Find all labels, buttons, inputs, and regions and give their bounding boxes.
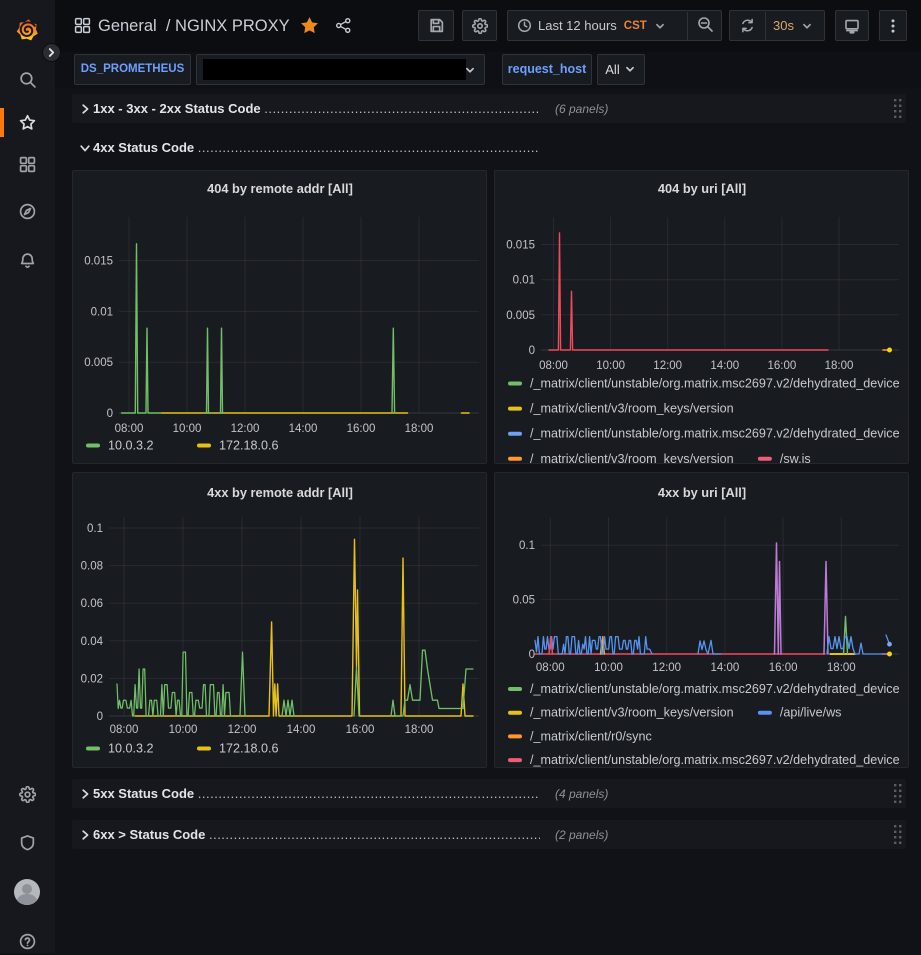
svg-text:10:00: 10:00: [594, 662, 623, 674]
svg-text:4xx by remote addr [All]: 4xx by remote addr [All]: [207, 485, 353, 500]
svg-text:0.05: 0.05: [513, 595, 535, 607]
svg-text:/api/live/ws: /api/live/ws: [780, 706, 842, 720]
svg-text:18:00: 18:00: [825, 360, 854, 372]
svg-text:404 by uri [All]: 404 by uri [All]: [658, 181, 746, 196]
svg-text:10.0.3.2: 10.0.3.2: [108, 742, 154, 756]
svg-text:12:00: 12:00: [228, 724, 257, 736]
svg-text:0.01: 0.01: [91, 306, 113, 318]
svg-text:12:00: 12:00: [653, 360, 682, 372]
svg-text:08:00: 08:00: [536, 662, 565, 674]
svg-text:4xx by uri [All]: 4xx by uri [All]: [658, 485, 746, 500]
svg-text:0: 0: [107, 408, 113, 420]
svg-text:08:00: 08:00: [539, 360, 568, 372]
svg-text:18:00: 18:00: [405, 423, 434, 435]
svg-text:0: 0: [97, 711, 103, 723]
svg-text:0.005: 0.005: [506, 310, 535, 322]
svg-text:0.005: 0.005: [84, 357, 113, 369]
svg-text:0.01: 0.01: [513, 275, 535, 287]
svg-text:/sw.js: /sw.js: [780, 452, 811, 464]
svg-text:0.08: 0.08: [81, 561, 103, 573]
svg-text:0.015: 0.015: [506, 240, 535, 252]
svg-text:08:00: 08:00: [110, 724, 139, 736]
svg-text:10:00: 10:00: [596, 360, 625, 372]
svg-text:0.04: 0.04: [81, 636, 104, 648]
svg-text:10:00: 10:00: [173, 423, 202, 435]
svg-text:14:00: 14:00: [287, 724, 316, 736]
svg-text:08:00: 08:00: [115, 423, 144, 435]
svg-text:/_matrix/client/v3/room_keys/v: /_matrix/client/v3/room_keys/version: [530, 452, 734, 464]
svg-text:14:00: 14:00: [710, 360, 739, 372]
svg-text:172.18.0.6: 172.18.0.6: [219, 439, 279, 453]
svg-text:0: 0: [529, 345, 535, 357]
svg-text:172.18.0.6: 172.18.0.6: [219, 742, 279, 756]
svg-text:12:00: 12:00: [652, 662, 681, 674]
svg-text:18:00: 18:00: [405, 724, 434, 736]
svg-text:0.1: 0.1: [87, 523, 103, 535]
svg-text:16:00: 16:00: [346, 724, 375, 736]
svg-text:14:00: 14:00: [711, 662, 740, 674]
svg-text:16:00: 16:00: [768, 360, 797, 372]
svg-text:404 by remote addr [All]: 404 by remote addr [All]: [207, 181, 353, 196]
svg-text:/_matrix/client/v3/room_keys/v: /_matrix/client/v3/room_keys/version: [530, 706, 734, 720]
svg-text:0: 0: [529, 649, 535, 661]
svg-text:/_matrix/client/unstable/org.m: /_matrix/client/unstable/org.matrix.msc2…: [530, 427, 900, 441]
svg-text:10:00: 10:00: [169, 724, 198, 736]
svg-text:14:00: 14:00: [289, 423, 318, 435]
svg-text:16:00: 16:00: [769, 662, 798, 674]
svg-text:16:00: 16:00: [347, 423, 376, 435]
svg-text:12:00: 12:00: [231, 423, 260, 435]
svg-text:10.0.3.2: 10.0.3.2: [108, 439, 154, 453]
svg-text:/_matrix/client/unstable/org.m: /_matrix/client/unstable/org.matrix.msc2…: [530, 377, 900, 391]
svg-text:0.02: 0.02: [81, 673, 103, 685]
svg-text:0.1: 0.1: [519, 540, 535, 552]
svg-text:/_matrix/client/unstable/org.m: /_matrix/client/unstable/org.matrix.msc2…: [530, 682, 900, 696]
svg-text:/_matrix/client/v3/room_keys/v: /_matrix/client/v3/room_keys/version: [530, 402, 734, 416]
svg-text:0.015: 0.015: [84, 256, 113, 268]
svg-text:18:00: 18:00: [827, 662, 856, 674]
svg-text:/_matrix/client/r0/sync: /_matrix/client/r0/sync: [530, 729, 652, 743]
svg-text:0.06: 0.06: [81, 598, 103, 610]
svg-text:/_matrix/client/unstable/org.m: /_matrix/client/unstable/org.matrix.msc2…: [530, 753, 900, 767]
